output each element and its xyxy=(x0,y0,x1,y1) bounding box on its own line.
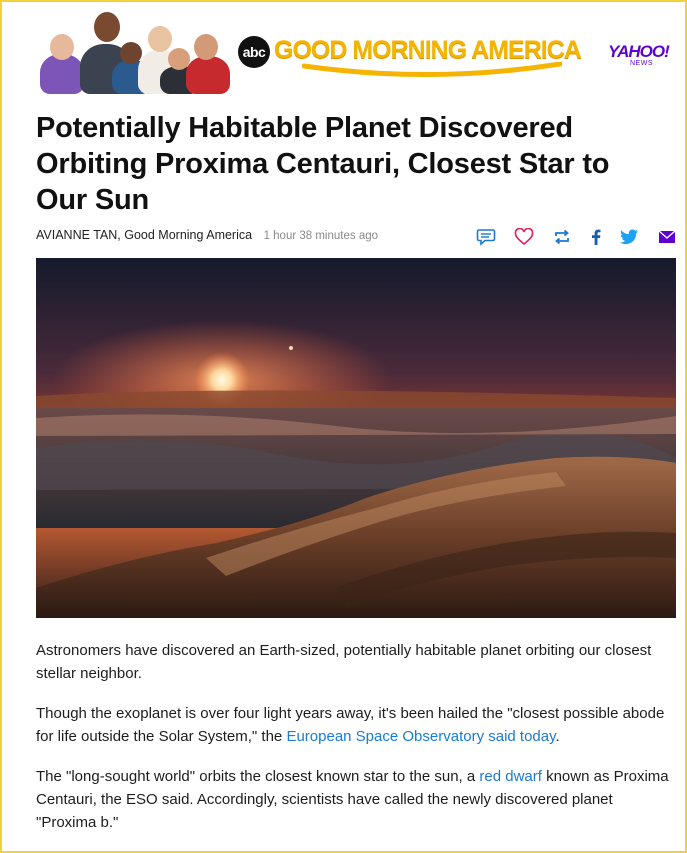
paragraph-text: Astronomers have discovered an Earth-siz… xyxy=(36,642,652,682)
article-paragraph-2: Though the exoplanet is over four light … xyxy=(36,702,676,748)
heart-icon[interactable] xyxy=(514,228,534,246)
smile-swoosh-icon xyxy=(302,62,562,78)
author-name[interactable]: AVIANNE TAN, xyxy=(36,228,121,242)
timestamp: 1 hour 38 minutes ago xyxy=(263,230,379,242)
twitter-icon[interactable] xyxy=(619,228,639,246)
paragraph-text: . xyxy=(555,728,560,745)
retweet-icon[interactable] xyxy=(552,228,572,246)
yahoo-logo[interactable]: YAHOO! xyxy=(608,42,670,62)
article-card: abc GOOD MORNING AMERICA YAHOO! NEWS Pot… xyxy=(0,0,687,853)
article-headline: Potentially Habitable Planet Discovered … xyxy=(36,112,610,216)
article-paragraph-3: The "long-sought world" orbits the close… xyxy=(36,765,676,834)
red-dwarf-link[interactable]: red dwarf xyxy=(479,768,542,785)
hero-image[interactable] xyxy=(36,258,676,618)
show-title[interactable]: GOOD MORNING AMERICA xyxy=(274,36,582,65)
yahoo-news-label: NEWS xyxy=(630,60,653,67)
article-paragraph-1: Astronomers have discovered an Earth-siz… xyxy=(36,639,676,685)
source-name[interactable]: Good Morning America xyxy=(124,228,252,242)
comment-icon[interactable] xyxy=(476,228,496,246)
mail-icon[interactable] xyxy=(657,228,677,246)
facebook-icon[interactable] xyxy=(586,228,606,246)
paragraph-text: The "long-sought world" orbits the close… xyxy=(36,768,480,785)
byline: AVIANNE TAN, Good Morning America 1 hour… xyxy=(36,228,378,242)
eso-link[interactable]: European Space Observatory said today xyxy=(286,728,555,745)
anchors-photo xyxy=(38,8,230,94)
gma-banner: abc GOOD MORNING AMERICA YAHOO! NEWS xyxy=(2,2,685,98)
abc-logo[interactable]: abc xyxy=(238,36,270,68)
